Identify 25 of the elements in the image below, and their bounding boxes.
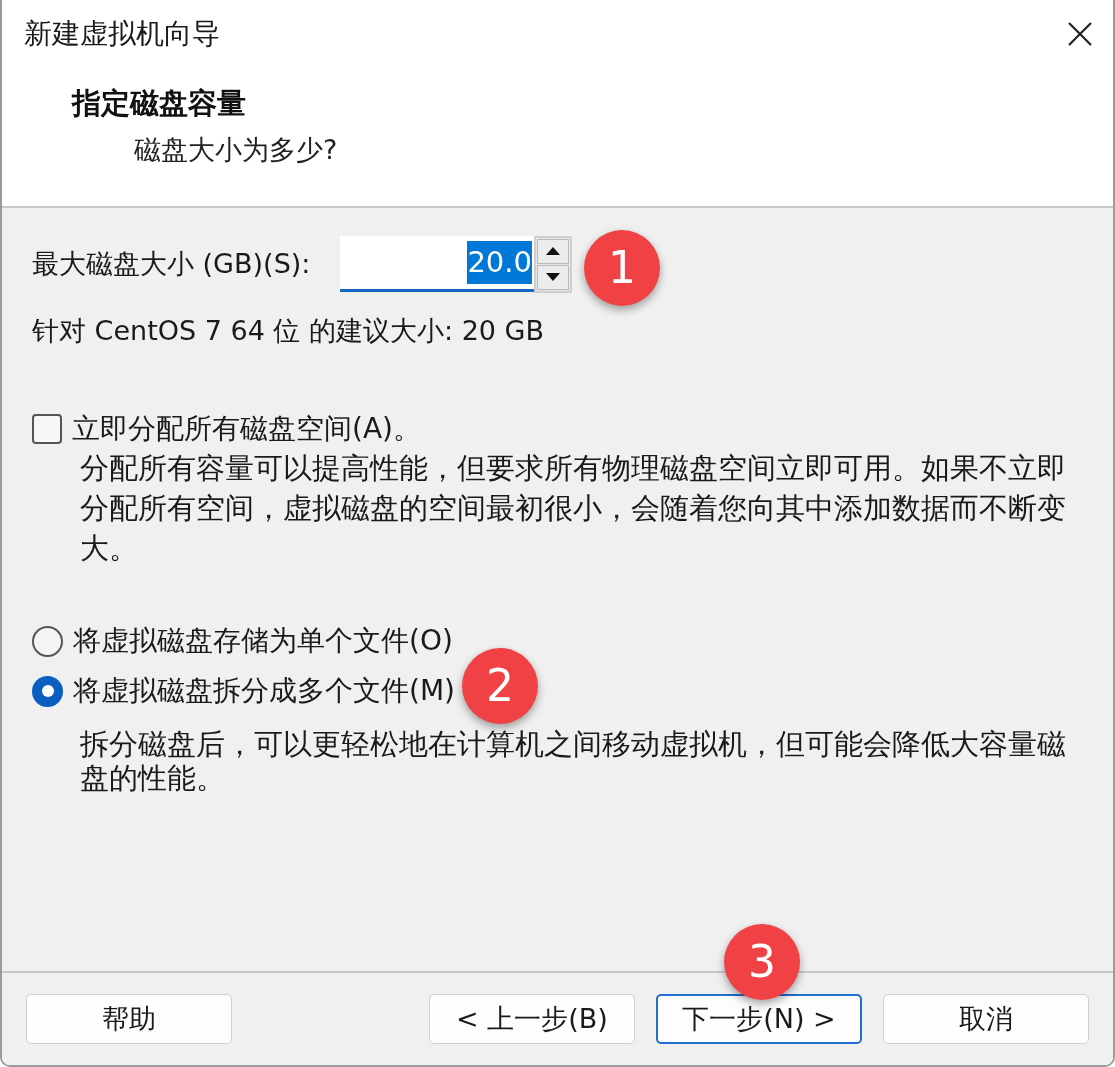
disk-size-spinner[interactable]: 20.0 (340, 235, 572, 293)
decrement-button[interactable] (537, 264, 569, 290)
radio-button[interactable] (32, 625, 63, 657)
dialog-button[interactable]: 下一步(N) > (656, 994, 862, 1044)
radio-label: 将虚拟磁盘拆分成多个文件(M) (73, 673, 455, 709)
dialog-button[interactable]: 取消 (883, 994, 1089, 1044)
checkbox-label: 立即分配所有磁盘空间(A)。 (72, 411, 421, 447)
recommendation-text: 针对 CentOS 7 64 位 的建议大小: 20 GB (32, 314, 545, 348)
page-heading: 指定磁盘容量 (72, 85, 246, 121)
radio-button[interactable] (32, 675, 63, 707)
description-text: 拆分磁盘后，可以更轻松地在计算机之间移动虚拟机，但可能会降低大容量磁盘的性能。 (80, 727, 1067, 795)
field-value: 20.0 (467, 240, 532, 285)
down-arrow-icon (546, 273, 560, 281)
up-arrow-icon (546, 247, 560, 255)
page-subtitle: 磁盘大小为多少? (134, 133, 338, 167)
increment-button[interactable] (537, 238, 569, 264)
input-field[interactable]: 20.0 (340, 236, 534, 292)
dialog-button[interactable]: 帮助 (26, 994, 232, 1044)
window-title: 新建虚拟机向导 (24, 16, 220, 52)
radio-label: 将虚拟磁盘存储为单个文件(O) (73, 623, 453, 659)
checkbox[interactable] (32, 414, 62, 444)
field-label: 最大磁盘大小 (GB)(S): (32, 246, 312, 281)
description-text: 分配所有容量可以提高性能，但要求所有物理磁盘空间立即可用。如果不立即分配所有空间，虚拟磁盘的空间最初很小，会随着您向其中添加数据而不断变大。 (80, 450, 1067, 567)
close-icon[interactable] (1067, 21, 1093, 47)
dialog-button[interactable]: < 上一步(B) (429, 994, 635, 1044)
